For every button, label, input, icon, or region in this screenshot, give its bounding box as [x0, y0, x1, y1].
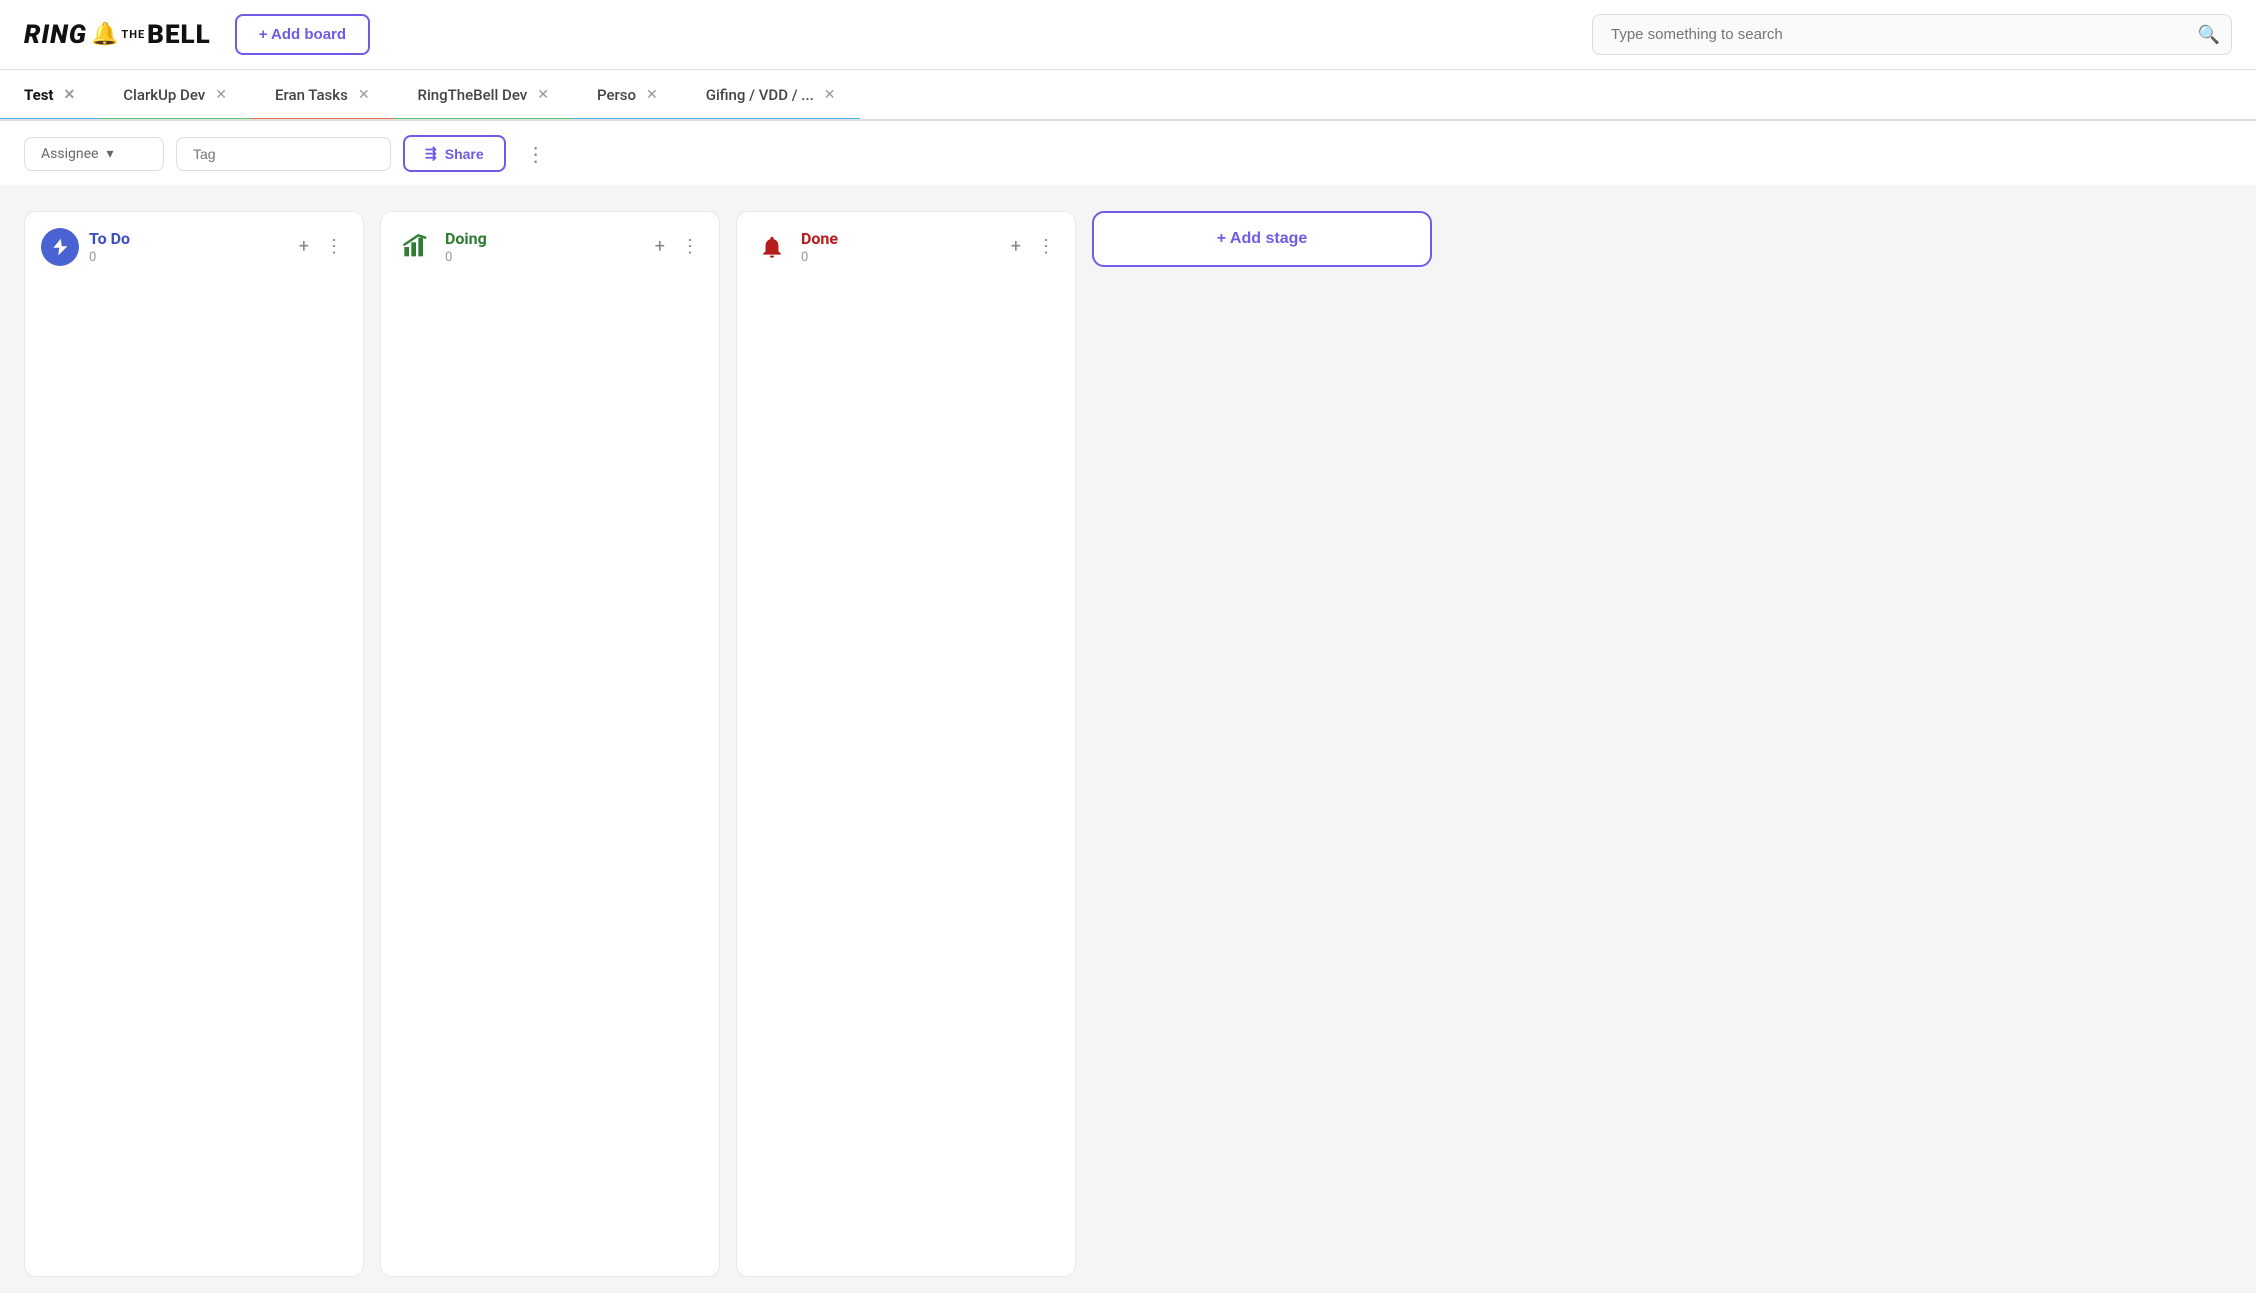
- column-done: Done 0 + ⋮: [736, 211, 1076, 1277]
- done-count: 0: [801, 250, 997, 265]
- todo-icon: [41, 228, 79, 266]
- doing-title-area: Doing 0: [445, 229, 641, 265]
- more-options-button[interactable]: ⋮: [518, 138, 554, 170]
- doing-actions: + ⋮: [651, 234, 703, 260]
- share-icon: ⇶: [425, 145, 437, 162]
- tab-eran-label: Eran Tasks: [275, 86, 348, 104]
- logo: RING 🔔 the BELL: [24, 20, 211, 50]
- todo-add-button[interactable]: +: [295, 234, 313, 260]
- search-input[interactable]: [1592, 14, 2232, 55]
- tab-eran-close[interactable]: ✕: [358, 88, 370, 102]
- logo-bell-icon: 🔔: [91, 22, 119, 47]
- todo-title-area: To Do 0: [89, 229, 285, 265]
- done-title: Done: [801, 229, 997, 248]
- tab-ringthebell-label: RingTheBell Dev: [418, 86, 528, 104]
- column-doing-header: Doing 0 + ⋮: [381, 212, 719, 274]
- tab-perso-label: Perso: [597, 86, 636, 104]
- share-label: Share: [445, 146, 484, 162]
- column-done-header: Done 0 + ⋮: [737, 212, 1075, 274]
- tab-gifing-label: Gifing / VDD / ...: [706, 86, 814, 104]
- tag-input[interactable]: [176, 137, 391, 171]
- tab-clarkup-label: ClarkUp Dev: [123, 86, 205, 104]
- assignee-select[interactable]: Assignee ▾: [24, 137, 164, 171]
- column-doing: Doing 0 + ⋮: [380, 211, 720, 1277]
- assignee-label: Assignee: [41, 146, 98, 162]
- done-title-area: Done 0: [801, 229, 997, 265]
- doing-more-button[interactable]: ⋮: [677, 234, 703, 260]
- tab-clarkup-close[interactable]: ✕: [215, 88, 227, 102]
- add-board-button[interactable]: + Add board: [235, 14, 370, 55]
- tab-perso-close[interactable]: ✕: [646, 88, 658, 102]
- logo-ring-text: RING: [24, 20, 87, 50]
- todo-title: To Do: [89, 229, 285, 248]
- tab-ringthebell-close[interactable]: ✕: [537, 88, 549, 102]
- toolbar: Assignee ▾ ⇶ Share ⋮: [0, 121, 2256, 187]
- column-todo-header: To Do 0 + ⋮: [25, 212, 363, 274]
- done-icon: [753, 228, 791, 266]
- doing-count: 0: [445, 250, 641, 265]
- share-button[interactable]: ⇶ Share: [403, 135, 506, 172]
- todo-more-button[interactable]: ⋮: [321, 234, 347, 260]
- doing-add-button[interactable]: +: [651, 234, 669, 260]
- logo-bell-text: BELL: [147, 20, 211, 50]
- column-todo: To Do 0 + ⋮: [24, 211, 364, 1277]
- done-actions: + ⋮: [1007, 234, 1059, 260]
- chevron-down-icon: ▾: [106, 146, 113, 162]
- header: RING 🔔 the BELL + Add board 🔍: [0, 0, 2256, 70]
- done-more-button[interactable]: ⋮: [1033, 234, 1059, 260]
- done-add-button[interactable]: +: [1007, 234, 1025, 260]
- tab-perso[interactable]: Perso ✕: [573, 72, 682, 121]
- tab-gifing[interactable]: Gifing / VDD / ... ✕: [682, 72, 860, 121]
- tab-test-label: Test: [24, 86, 54, 104]
- doing-title: Doing: [445, 229, 641, 248]
- search-icon[interactable]: 🔍: [2198, 24, 2220, 45]
- tab-ringthebell[interactable]: RingTheBell Dev ✕: [394, 72, 573, 121]
- todo-actions: + ⋮: [295, 234, 347, 260]
- tabs-bar: Test ✕ ClarkUp Dev ✕ Eran Tasks ✕ RingTh…: [0, 70, 2256, 121]
- tab-eran[interactable]: Eran Tasks ✕: [251, 72, 394, 121]
- todo-count: 0: [89, 250, 285, 265]
- add-stage-button[interactable]: + Add stage: [1092, 211, 1432, 267]
- tab-test-close[interactable]: ✕: [64, 88, 76, 102]
- tab-clarkup[interactable]: ClarkUp Dev ✕: [99, 72, 251, 121]
- doing-icon: [397, 228, 435, 266]
- board: To Do 0 + ⋮ Doing 0 + ⋮: [0, 187, 2256, 1293]
- search-bar: 🔍: [1592, 14, 2232, 55]
- tab-test[interactable]: Test ✕: [0, 72, 99, 121]
- tab-gifing-close[interactable]: ✕: [824, 88, 836, 102]
- logo-the-text: the: [121, 28, 145, 41]
